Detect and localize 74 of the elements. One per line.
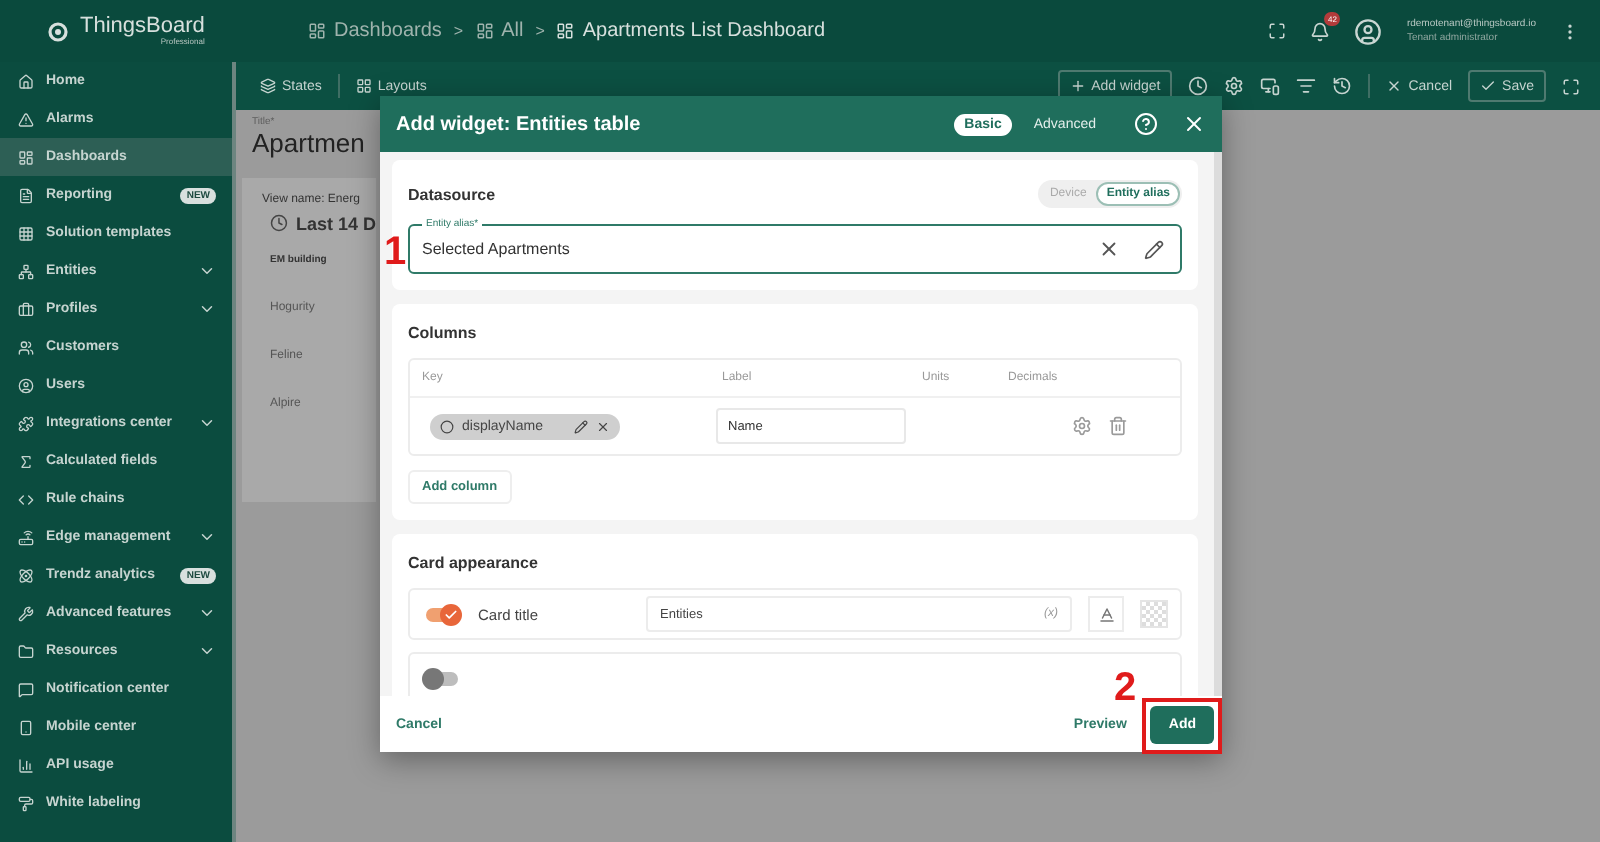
fullscreen-icon[interactable] [1268,22,1287,40]
chevron-down-icon[interactable] [198,604,216,622]
logo-text: ThingsBoard [80,16,205,38]
time-window: Last 14 D [295,213,376,234]
dashboard-title: Apartmen [252,128,365,162]
check-icon [1480,78,1497,94]
fullscreen-icon[interactable] [1562,77,1580,95]
highlight-frame [1142,697,1222,753]
settings-icon[interactable] [1072,416,1092,436]
dialog-title: Add widget: Entities table [396,113,643,135]
clear-icon[interactable] [1098,238,1120,260]
chevron-down-icon[interactable] [198,642,216,660]
step-number: 2 [1114,668,1137,708]
avatar-icon [1354,17,1383,45]
delete-icon[interactable] [1108,416,1128,436]
dashboard-icon [556,22,575,40]
section-title: Columns [408,324,477,342]
dashboard-icon [18,149,34,165]
bar-chart-icon [18,757,34,773]
document-icon [18,187,34,203]
function-icon [18,453,34,469]
text-color-icon[interactable] [1088,596,1124,632]
code-icon [18,491,34,507]
edit-icon[interactable] [574,419,588,433]
folder-icon [18,643,34,659]
close-icon[interactable] [1182,112,1206,136]
check-icon [444,607,458,621]
hierarchy-icon [18,263,34,279]
grid-icon [355,78,372,94]
chevron-down-icon[interactable] [198,414,216,432]
devices-icon[interactable] [1260,76,1281,96]
history-icon[interactable] [1332,76,1353,96]
close-icon [1386,78,1403,94]
settings-icon[interactable] [1224,76,1245,96]
dashboard-icon [475,22,494,40]
chevron-down-icon[interactable] [198,300,216,318]
puzzle-icon [18,415,34,431]
router-icon [18,529,34,545]
help-icon[interactable] [1134,112,1158,136]
clock-icon[interactable] [1188,76,1209,96]
remove-icon[interactable] [596,419,610,433]
breadcrumb-link[interactable]: Apartments List Dashboard [556,20,826,42]
wrench-icon [18,605,34,621]
circle-icon [440,419,454,433]
user-icon [18,377,34,393]
notifications-icon[interactable] [1310,21,1331,41]
message-icon [18,681,34,697]
logo-icon [44,17,72,45]
edit-icon[interactable] [1144,239,1164,259]
breadcrumb-link[interactable]: Dashboards [308,20,442,42]
briefcase-icon [18,301,34,317]
chevron-down-icon[interactable] [198,262,216,280]
section-title: Datasource [408,185,496,203]
plus-icon [1069,78,1086,94]
toggle-switch[interactable] [426,607,458,621]
color-swatch[interactable] [1140,600,1168,628]
toggle-switch[interactable] [426,671,458,685]
filter-icon[interactable] [1296,76,1317,96]
breadcrumb-separator: > [453,22,464,40]
grid-icon [18,225,34,241]
people-icon [18,339,34,355]
clock-icon [270,214,288,233]
chevron-down-icon[interactable] [198,528,216,546]
breadcrumb-link[interactable]: All [475,20,524,42]
home-icon [18,73,34,89]
paint-roller-icon [18,795,34,811]
section-title: Card appearance [408,554,538,572]
step-number: 1 [384,232,407,272]
dashboard-icon [308,22,326,40]
atom-icon [18,567,34,583]
warning-icon [18,111,34,127]
phone-icon [18,719,34,735]
breadcrumb-separator: > [535,22,545,40]
layers-icon [260,78,276,94]
